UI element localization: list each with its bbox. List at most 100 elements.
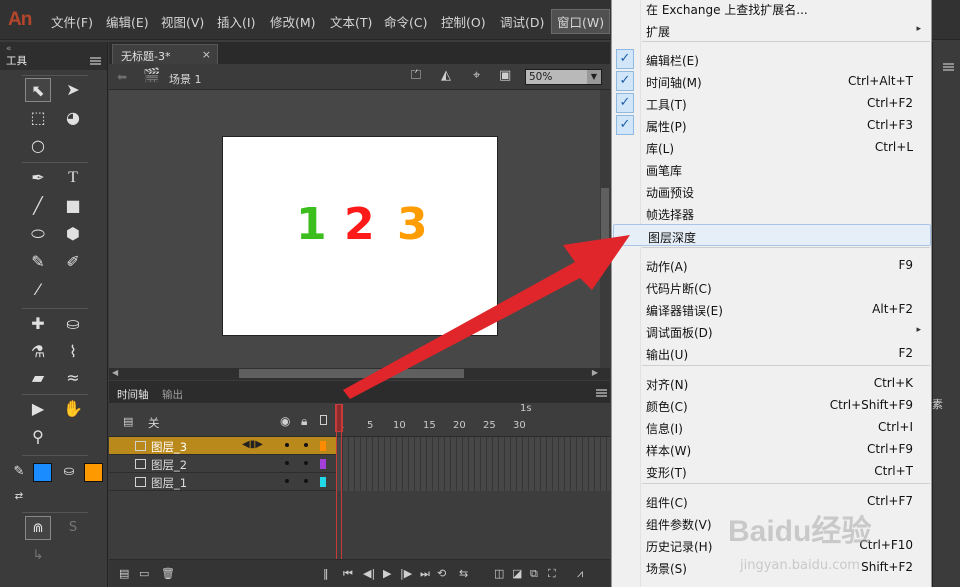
polystar-tool-icon[interactable]: ⬢ — [60, 222, 86, 246]
new-layer-icon[interactable]: ▤ — [119, 567, 129, 580]
outline-toggle-label[interactable]: 关 — [148, 415, 160, 431]
fill-color-swatch[interactable] — [84, 463, 103, 482]
menu-item[interactable]: ✓ 工具(T) Ctrl+F2 — [612, 92, 933, 114]
swap-colors-icon[interactable]: ⇄ — [6, 485, 32, 509]
menu-item[interactable]: 帧选择器 — [612, 202, 933, 224]
rectangle-tool-icon[interactable]: ■ — [60, 194, 86, 218]
menu-item[interactable]: 图层深度 — [613, 224, 931, 246]
stroke-color-swatch[interactable] — [33, 463, 52, 482]
lock-icon[interactable]: 🔒︎ — [301, 414, 307, 429]
panel-menu-icon[interactable] — [90, 57, 101, 65]
step-forward-icon[interactable]: |▶ — [400, 567, 412, 580]
new-folder-icon[interactable]: ▭ — [139, 567, 149, 580]
menu-insert[interactable]: 插入(I) — [217, 12, 255, 31]
layer-row[interactable]: 图层_2 — [109, 455, 336, 473]
line-tool-icon[interactable]: ╱ — [25, 194, 51, 218]
menu-edit[interactable]: 编辑(E) — [106, 12, 149, 31]
zoom-timeline-icon[interactable]: ⩘ — [577, 567, 583, 581]
snap-to-objects-icon[interactable]: ⋒ — [25, 516, 51, 540]
panel-menu-icon[interactable] — [596, 389, 607, 397]
lock-dot[interactable] — [304, 461, 308, 465]
eye-icon[interactable]: ◉ — [280, 414, 290, 428]
ink-bottle-tool-icon[interactable]: ⚗ — [25, 340, 51, 364]
menu-item[interactable]: 编译器错误(E) Alt+F2 — [612, 298, 933, 320]
selection-tool-icon[interactable]: ⬉ — [25, 78, 51, 102]
menu-item[interactable]: 代码片断(C) — [612, 276, 933, 298]
visibility-dot[interactable] — [285, 443, 289, 447]
stage-number-3[interactable]: 3 — [397, 199, 428, 250]
scrollbar-thumb[interactable] — [239, 369, 464, 378]
eyedropper-tool-icon[interactable]: ⌇ — [60, 340, 86, 364]
menu-item[interactable]: 颜色(C) Ctrl+Shift+F9 — [612, 394, 933, 416]
menu-commands[interactable]: 命令(C) — [384, 12, 427, 31]
menu-item[interactable]: ✓ 编辑栏(E) — [612, 48, 933, 70]
smooth-icon[interactable]: S — [60, 516, 86, 540]
edit-multiple-frames-icon[interactable]: ⧉ — [530, 567, 538, 581]
menu-item[interactable]: 变形(T) Ctrl+T — [612, 460, 933, 482]
play-icon[interactable]: ▶ — [383, 567, 391, 580]
menu-item[interactable]: 输出(U) F2 — [612, 342, 933, 364]
edit-scene-icon[interactable]: ⏍ — [411, 68, 421, 83]
visibility-dot[interactable] — [285, 479, 289, 483]
menu-item[interactable]: 信息(I) Ctrl+I — [612, 416, 933, 438]
paint-brush-tool-icon[interactable]: ✐ — [60, 250, 86, 274]
stage-area[interactable]: 1 2 3 — [109, 90, 600, 368]
menu-item[interactable]: 动作(A) F9 — [612, 254, 933, 276]
hand-tool-icon[interactable]: ✋ — [60, 397, 86, 421]
close-icon[interactable]: × — [202, 48, 211, 61]
lock-dot[interactable] — [304, 443, 308, 447]
menu-item[interactable]: ✓ 时间轴(M) Ctrl+Alt+T — [612, 70, 933, 92]
menu-item[interactable]: 样本(W) Ctrl+F9 — [612, 438, 933, 460]
layer-name[interactable]: 图层_2 — [151, 457, 187, 473]
edit-symbols-icon[interactable]: ◭ — [441, 68, 451, 83]
delete-layer-icon[interactable]: 🗑︎ — [161, 567, 175, 580]
menu-item[interactable]: 调试面板(D) ▸ — [612, 320, 933, 342]
menu-debug[interactable]: 调试(D) — [500, 12, 544, 31]
menu-item[interactable]: 动画预设 — [612, 180, 933, 202]
menu-modify[interactable]: 修改(M) — [270, 12, 316, 31]
menu-item[interactable]: 库(L) Ctrl+L — [612, 136, 933, 158]
menu-view[interactable]: 视图(V) — [161, 12, 204, 31]
oval-tool-icon[interactable]: ⬭ — [25, 222, 51, 246]
layer-row[interactable]: 图层_1 — [109, 473, 336, 491]
menu-item[interactable]: ✓ 属性(P) Ctrl+F3 — [612, 114, 933, 136]
layer-row[interactable]: 图层_3 ◀▮▶ — [109, 437, 336, 455]
center-frame-icon[interactable]: ⇆ — [459, 567, 468, 580]
menu-file[interactable]: 文件(F) — [51, 12, 93, 31]
vertical-scrollbar[interactable] — [600, 90, 610, 368]
subselection-tool-icon[interactable]: ➤ — [60, 78, 86, 102]
clip-stage-icon[interactable]: ▣ — [499, 68, 511, 83]
document-tab[interactable]: 无标题-3* × — [112, 44, 218, 64]
menu-item[interactable]: 对齐(N) Ctrl+K — [612, 372, 933, 394]
panel-menu-icon[interactable] — [943, 63, 954, 71]
pencil-tool-icon[interactable]: ✎ — [25, 250, 51, 274]
menu-control[interactable]: 控制(O) — [441, 12, 486, 31]
layer-name[interactable]: 图层_3 — [151, 439, 187, 455]
pen-tool-icon[interactable]: ✒ — [25, 166, 51, 190]
stage[interactable]: 1 2 3 — [222, 136, 498, 336]
text-tool-icon[interactable]: T — [60, 166, 86, 190]
lasso-tool-icon[interactable]: ○ — [25, 134, 51, 158]
paint-bucket-tool-icon[interactable]: ⛀ — [60, 312, 86, 336]
stroke-color-icon[interactable]: ✎ — [6, 460, 32, 484]
menu-item[interactable]: 在 Exchange 上查找扩展名... — [612, 0, 933, 19]
loop-icon[interactable]: ⟲ — [437, 567, 446, 580]
menu-text[interactable]: 文本(T) — [330, 12, 372, 31]
brush-tool-icon[interactable]: ⁄ — [25, 278, 51, 302]
zoom-tool-icon[interactable]: ⚲ — [25, 425, 51, 449]
camera-tool-icon[interactable]: ▶ — [25, 397, 51, 421]
onion-outline-icon[interactable]: ◪ — [512, 567, 522, 580]
visibility-dot[interactable] — [285, 461, 289, 465]
scroll-left-icon[interactable]: ◀ — [112, 368, 118, 377]
outline-icon[interactable] — [320, 415, 327, 425]
layer-depth-icon[interactable]: ◀▮▶ — [242, 439, 263, 450]
layer-toggle-icon[interactable]: ▤ — [123, 415, 133, 428]
free-transform-tool-icon[interactable]: ⬚ — [25, 106, 51, 130]
onion-skin-icon[interactable]: ◫ — [494, 567, 504, 580]
layer-outline-color[interactable] — [320, 459, 326, 469]
3d-rotation-tool-icon[interactable]: ◕ — [60, 106, 86, 130]
menu-item[interactable]: 画笔库 — [612, 158, 933, 180]
menu-item[interactable]: 扩展 ▸ — [612, 19, 933, 41]
back-arrow-icon[interactable]: ⬅ — [117, 70, 127, 84]
fill-color-icon[interactable]: ⛀ — [56, 460, 82, 484]
